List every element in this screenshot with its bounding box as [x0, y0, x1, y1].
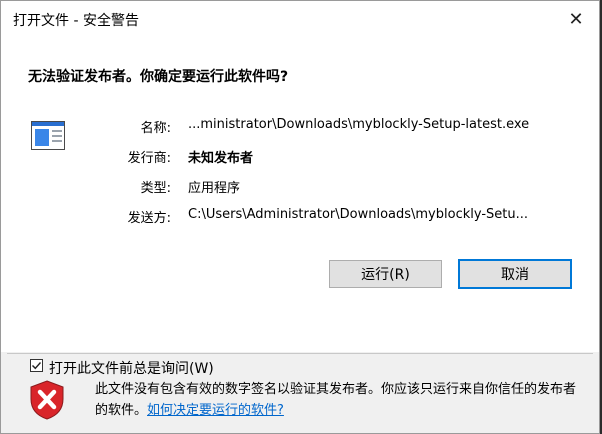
- dialog-title: 打开文件 - 安全警告: [13, 13, 139, 29]
- run-button[interactable]: 运行(R): [329, 260, 442, 288]
- close-button[interactable]: ✕: [553, 1, 599, 38]
- checkmark-icon: [32, 362, 42, 370]
- field-row-type: 类型: 应用程序: [1, 177, 601, 197]
- close-icon: ✕: [568, 9, 584, 30]
- help-link[interactable]: 如何决定要运行的软件?: [147, 403, 284, 418]
- content-area: 无法验证发布者。你确定要运行此软件吗? 名称: ...ministrator\D…: [1, 38, 601, 377]
- title-bar: 打开文件 - 安全警告 ✕: [1, 1, 599, 38]
- field-row-publisher: 发行商: 未知发布者: [1, 147, 601, 167]
- divider: [7, 353, 593, 354]
- publisher-value: 未知发布者: [188, 151, 254, 166]
- name-label: 名称:: [140, 121, 171, 136]
- security-warning-dialog: 打开文件 - 安全警告 ✕ 无法验证发布者。你确定要运行此软件吗? 名称: ..…: [0, 0, 600, 434]
- field-row-from: 发送方: C:\Users\Administrator\Downloads\my…: [1, 207, 601, 227]
- from-label: 发送方:: [127, 211, 171, 226]
- from-value: C:\Users\Administrator\Downloads\myblock…: [188, 207, 528, 222]
- field-row-name: 名称: ...ministrator\Downloads\myblockly-S…: [1, 117, 601, 137]
- cancel-button[interactable]: 取消: [458, 259, 572, 289]
- type-value: 应用程序: [188, 181, 241, 196]
- warning-message: 此文件没有包含有效的数字签名以验证其发布者。你应该只运行来自你信任的发布者的软件…: [95, 379, 585, 421]
- type-label: 类型:: [140, 181, 171, 196]
- publisher-label: 发行商:: [127, 151, 171, 166]
- always-ask-checkbox[interactable]: [30, 359, 43, 372]
- name-value: ...ministrator\Downloads\myblockly-Setup…: [188, 117, 530, 132]
- warning-shield-icon: [30, 380, 64, 420]
- warning-headline: 无法验证发布者。你确定要运行此软件吗?: [28, 69, 289, 85]
- always-ask-label: 打开此文件前总是询问(W): [49, 361, 214, 377]
